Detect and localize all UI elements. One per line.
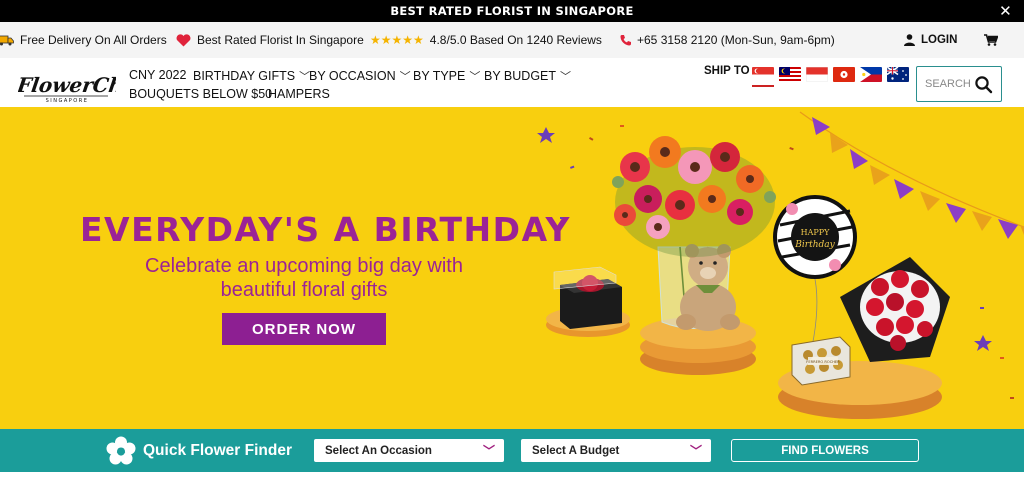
hero-banner[interactable]: EVERYDAY'S A BIRTHDAY Celebrate an upcom… — [0, 107, 1024, 429]
chevron-down-icon: ﹀ — [560, 71, 572, 83]
budget-select[interactable]: Select A Budget ﹀ — [521, 439, 711, 462]
announcement-bar: BEST RATED FLORIST IN SINGAPORE ✕ — [0, 0, 1024, 22]
nav-label: CNY 2022 — [129, 68, 187, 82]
balloon-text: HAPPY — [801, 228, 831, 237]
birthday-balloon: HAPPY Birthday — [773, 195, 857, 348]
free-delivery-text: Free Delivery On All Orders — [20, 33, 167, 47]
login-label: LOGIN — [921, 34, 958, 46]
free-delivery-info: Free Delivery On All Orders — [0, 22, 167, 58]
best-rated-text: Best Rated Florist In Singapore — [197, 33, 364, 47]
svg-text:SINGAPORE: SINGAPORE — [46, 98, 89, 104]
chevron-down-icon: ﹀ — [689, 444, 702, 458]
nav-label: HAMPERS — [268, 87, 330, 101]
malaysia-flag-icon[interactable] — [779, 67, 801, 82]
hero-title: EVERYDAY'S A BIRTHDAY — [80, 210, 571, 249]
nav-label: BIRTHDAY GIFTS — [193, 69, 296, 83]
chevron-down-icon: ﹀ — [469, 71, 481, 83]
hero-subtitle: Celebrate an upcoming big day with beaut… — [100, 254, 508, 302]
search-box[interactable]: SEARCH — [916, 66, 1002, 102]
occasion-select[interactable]: Select An Occasion ﹀ — [314, 439, 504, 462]
phone-icon — [620, 35, 631, 46]
nav-label: BY TYPE — [413, 69, 466, 83]
svg-text:FlowerChimp: FlowerChimp — [18, 73, 116, 97]
flower-icon — [106, 436, 136, 465]
chevron-down-icon: ﹀ — [482, 444, 495, 458]
chocolate-label: FERRERO ROCHER — [806, 360, 840, 364]
close-icon[interactable]: ✕ — [999, 2, 1012, 20]
user-icon — [904, 34, 915, 46]
heart-icon — [176, 33, 191, 46]
budget-select-value: Select A Budget — [532, 444, 620, 457]
nav-label: BY BUDGET — [484, 69, 557, 83]
chocolate-box: FERRERO ROCHER — [791, 336, 851, 386]
flowerchimp-logo[interactable]: FlowerChimp SINGAPORE — [18, 66, 116, 104]
flower-bouquet — [612, 136, 776, 257]
finder-title: Quick Flower Finder — [143, 442, 292, 459]
info-bar: Free Delivery On All Orders Best Rated F… — [0, 22, 1024, 58]
singapore-flag-icon[interactable] — [752, 67, 774, 82]
balloon-text: Birthday — [794, 240, 835, 250]
search-placeholder: SEARCH — [925, 78, 971, 90]
delivery-truck-icon — [0, 35, 14, 46]
phone-text: +65 3158 2120 (Mon-Sun, 9am-6pm) — [637, 33, 835, 47]
nav-by-occasion[interactable]: BY OCCASION ﹀ — [309, 68, 411, 84]
cart-icon — [984, 34, 998, 46]
indonesia-flag-icon[interactable] — [806, 67, 828, 82]
hero-subtitle-line: beautiful floral gifts — [220, 279, 388, 301]
site-header: FlowerChimp SINGAPORE CNY 2022 BIRTHDAY … — [0, 58, 1024, 107]
find-flowers-button[interactable]: FIND FLOWERS — [731, 439, 919, 462]
announcement-text: BEST RATED FLORIST IN SINGAPORE — [390, 4, 634, 18]
nav-birthday-gifts[interactable]: BIRTHDAY GIFTS ﹀ — [193, 68, 310, 84]
phone-info[interactable]: +65 3158 2120 (Mon-Sun, 9am-6pm) — [620, 22, 835, 58]
birthday-gifts-illustration: HAPPY Birthday FERRERO ROCHER — [537, 111, 1024, 419]
selected-flag-indicator — [752, 85, 774, 87]
order-now-button[interactable]: ORDER NOW — [222, 313, 386, 345]
nav-by-type[interactable]: BY TYPE ﹀ — [413, 68, 480, 84]
philippines-flag-icon[interactable] — [860, 67, 882, 82]
search-icon[interactable] — [974, 75, 993, 94]
nav-by-budget[interactable]: BY BUDGET ﹀ — [484, 68, 571, 84]
login-link[interactable]: LOGIN — [904, 22, 957, 58]
nav-label: BOUQUETS BELOW $50 — [129, 87, 273, 101]
star-rating-icon: ★★★★★ — [370, 33, 424, 47]
australia-flag-icon[interactable] — [887, 67, 909, 82]
nav-hampers[interactable]: HAMPERS — [268, 87, 330, 101]
rating-info: ★★★★★ 4.8/5.0 Based On 1240 Reviews — [370, 22, 602, 58]
rating-text: 4.8/5.0 Based On 1240 Reviews — [429, 33, 602, 47]
hero-subtitle-line: Celebrate an upcoming big day with — [145, 255, 463, 277]
nav-bouquets-below-50[interactable]: BOUQUETS BELOW $50 — [129, 87, 272, 101]
occasion-select-value: Select An Occasion — [325, 444, 432, 457]
ship-to-label: SHIP TO — [704, 65, 750, 77]
nav-cny-2022[interactable]: CNY 2022 — [129, 68, 186, 82]
red-roses-bouquet — [840, 257, 950, 362]
chevron-down-icon: ﹀ — [399, 71, 411, 83]
nav-label: BY OCCASION — [309, 69, 396, 83]
cart-button[interactable] — [984, 22, 998, 58]
best-rated-info: Best Rated Florist In Singapore — [176, 22, 364, 58]
quick-flower-finder: Quick Flower Finder Select An Occasion ﹀… — [0, 429, 1024, 472]
hong-kong-flag-icon[interactable] — [833, 67, 855, 82]
